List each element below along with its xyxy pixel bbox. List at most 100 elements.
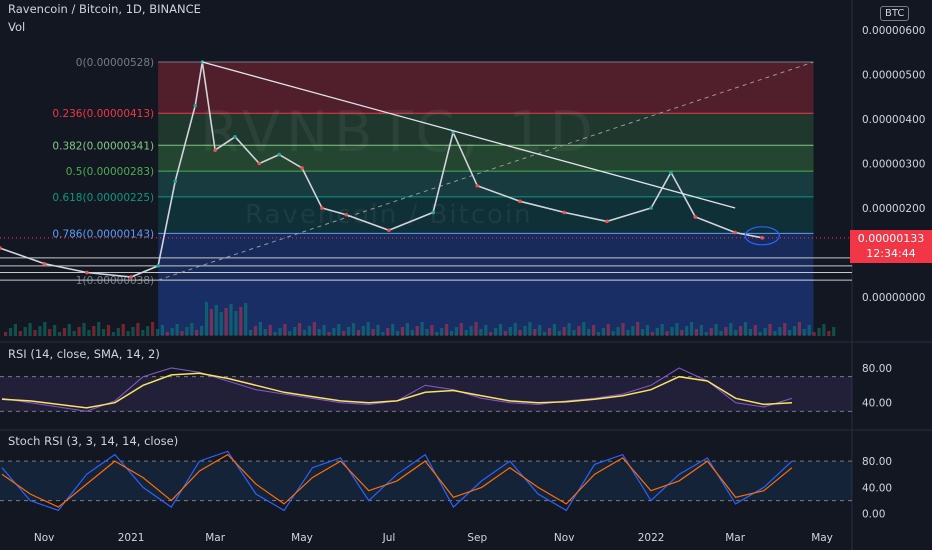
- volume-bar: [430, 325, 434, 336]
- time-axis-tick: May: [291, 532, 313, 544]
- volume-bar: [435, 332, 439, 336]
- volume-bar: [92, 326, 96, 336]
- fib-level-label: 0.382(0.00000341): [52, 140, 154, 152]
- volume-bar: [57, 332, 62, 336]
- volume-bar: [832, 327, 836, 336]
- volume-bar: [268, 325, 272, 336]
- volume-bar: [494, 328, 498, 336]
- volume-bar: [170, 328, 174, 336]
- price-point: [605, 219, 609, 224]
- volume-bar: [400, 327, 405, 336]
- price-axis-tick: 0.00000400: [862, 114, 925, 126]
- volume-bar: [249, 330, 253, 336]
- price-axis-tick: 0.00000300: [862, 159, 925, 171]
- fib-zone: [158, 233, 814, 281]
- rsi-axis-tick: 80.00: [862, 363, 892, 375]
- volume-bar: [440, 328, 444, 336]
- fib-level-label: 0.236(0.00000413): [52, 108, 154, 120]
- volume-bar: [611, 331, 615, 336]
- volume-bar: [229, 304, 233, 336]
- volume-bar: [371, 329, 375, 336]
- volume-bar: [410, 330, 414, 336]
- price-point: [85, 270, 89, 275]
- volume-bar: [185, 327, 189, 336]
- volume-bar: [209, 309, 213, 336]
- volume-bar: [253, 326, 258, 336]
- price-chart-svg[interactable]: 0(0.00000528) 0.236(0.00000413) 0.382(0.00…: [0, 0, 932, 550]
- volume-bar: [151, 322, 155, 336]
- price-point: [649, 206, 653, 210]
- time-axis-tick: 2021: [118, 532, 145, 544]
- volume-bar: [773, 331, 777, 336]
- volume-bar: [680, 330, 684, 336]
- volume-bar: [126, 331, 130, 336]
- volume-bar: [155, 329, 160, 336]
- volume-bar: [190, 323, 194, 336]
- price-axis-tick: 0.00000600: [862, 25, 925, 37]
- volume-label[interactable]: Vol: [8, 20, 25, 34]
- volume-bar: [38, 326, 42, 336]
- volume-bar: [33, 330, 37, 336]
- volume-bar: [783, 323, 787, 336]
- fib-level-label: 0.786(0.00000143): [52, 228, 154, 240]
- symbol-title[interactable]: Ravencoin / Bitcoin, 1D, BINANCE: [8, 2, 201, 16]
- volume-bar: [283, 324, 287, 336]
- volume-bar: [709, 328, 713, 336]
- volume-bar: [219, 312, 223, 336]
- volume-bar: [131, 327, 135, 336]
- fib-zone: [158, 171, 814, 197]
- price-axis-tick: 0.00000500: [862, 70, 925, 82]
- volume-bar: [660, 324, 664, 336]
- volume-bar: [464, 330, 468, 336]
- volume-bar: [4, 332, 8, 336]
- volume-bar: [381, 332, 385, 336]
- volume-bar: [758, 332, 762, 336]
- volume-bar: [792, 326, 797, 336]
- volume-bar: [729, 323, 733, 336]
- volume-bar: [631, 326, 635, 336]
- volume-bar: [234, 311, 238, 336]
- volume-bar: [293, 327, 297, 336]
- volume-bar: [116, 328, 120, 336]
- fib-level-label: 0.5(0.00000283): [66, 166, 154, 178]
- stoch-axis-tick: 40.00: [862, 482, 892, 494]
- volume-bar: [224, 308, 228, 336]
- volume-bar: [513, 323, 517, 336]
- currency-badge[interactable]: BTC: [880, 6, 910, 21]
- volume-bar: [28, 323, 32, 336]
- volume-bar: [288, 331, 292, 336]
- watermark-ticker: RVNBTC, 1D: [200, 100, 599, 165]
- volume-bar: [82, 323, 86, 336]
- volume-bar: [317, 329, 321, 336]
- volume-bar: [327, 332, 331, 336]
- volume-bar: [87, 330, 91, 336]
- volume-bar: [195, 330, 199, 336]
- volume-bar: [596, 332, 601, 336]
- volume-bar: [258, 322, 262, 336]
- volume-bar: [822, 324, 826, 336]
- volume-bar: [469, 326, 473, 336]
- volume-bar: [788, 330, 792, 336]
- volume-bar: [739, 326, 743, 336]
- volume-bar: [645, 325, 650, 336]
- price-point: [733, 230, 737, 235]
- volume-bar: [734, 330, 738, 336]
- volume-bar: [62, 328, 66, 336]
- volume-bar: [748, 329, 752, 336]
- price-axis-tick: 0.00000200: [862, 203, 925, 215]
- price-axis-tick: 0.00000000: [862, 292, 925, 304]
- volume-bar: [797, 322, 801, 336]
- volume-bar: [503, 331, 507, 336]
- volume-bar: [8, 328, 13, 336]
- rsi-title[interactable]: RSI (14, close, SMA, 14, 2): [8, 347, 160, 361]
- volume-bar: [180, 331, 184, 336]
- volume-bar: [753, 325, 757, 336]
- volume-bar: [704, 332, 708, 336]
- volume-bar: [587, 329, 591, 336]
- volume-bar: [675, 323, 679, 336]
- volume-bar: [582, 322, 586, 336]
- volume-bar: [685, 326, 689, 336]
- stoch-rsi-title[interactable]: Stoch RSI (3, 3, 14, 14, close): [8, 434, 178, 448]
- price-point: [562, 210, 566, 215]
- volume-bar: [48, 329, 52, 336]
